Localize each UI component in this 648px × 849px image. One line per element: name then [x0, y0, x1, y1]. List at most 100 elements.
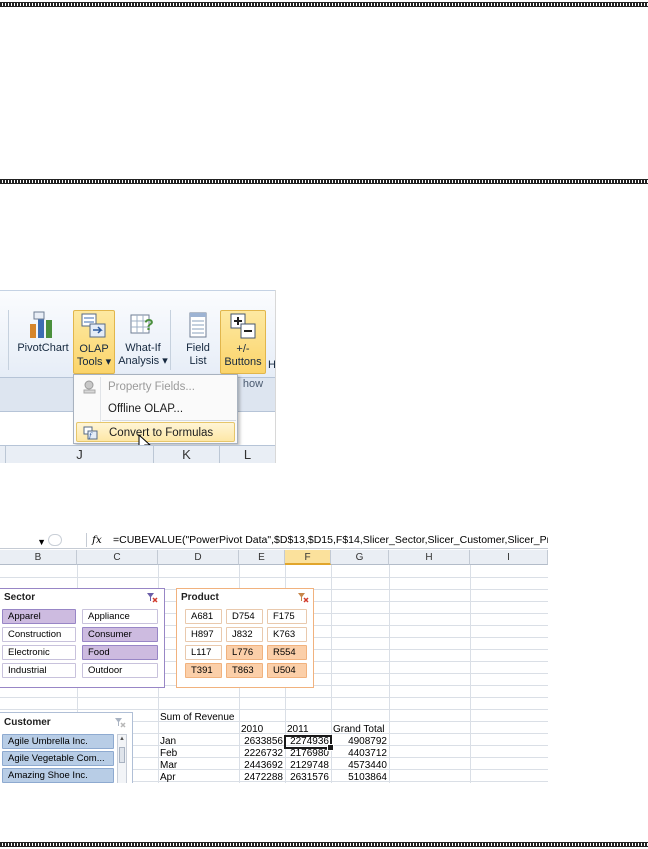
active-cell-selection[interactable] — [284, 735, 334, 751]
customer-item-0[interactable]: Agile Umbrella Inc. — [2, 734, 114, 749]
product-item-label: L776 — [232, 647, 254, 658]
pivot-cell[interactable]: 4908792 — [331, 736, 387, 748]
sector-item-label: Appliance — [88, 611, 130, 622]
pivot-row-label: Mar — [160, 760, 178, 771]
cut-off-label: H — [268, 359, 276, 371]
pivot-cell[interactable]: 2129748 — [285, 760, 329, 772]
sector-item-label: Consumer — [88, 629, 132, 640]
formula-input[interactable]: =CUBEVALUE("PowerPivot Data",$D$13,$D15,… — [113, 531, 548, 549]
sector-item-construction[interactable]: Construction — [2, 627, 76, 642]
sector-item-industrial[interactable]: Industrial — [2, 663, 76, 678]
property-fields-label: Property Fields... — [108, 381, 195, 393]
product-item-t391[interactable]: T391 — [185, 663, 222, 678]
pivot-col-header-grand-total: Grand Total — [333, 724, 385, 735]
product-item-label: K763 — [273, 629, 296, 640]
product-item-label: U504 — [273, 665, 296, 676]
product-item-u504[interactable]: U504 — [267, 663, 307, 678]
scroll-thumb[interactable] — [119, 747, 125, 763]
field-list-button[interactable]: Field List — [178, 310, 218, 374]
scroll-up-icon[interactable]: ▲ — [119, 736, 125, 742]
sector-item-outdoor[interactable]: Outdoor — [82, 663, 158, 678]
product-item-d754[interactable]: D754 — [226, 609, 263, 624]
pivot-cell[interactable]: 4403712 — [331, 748, 387, 760]
sector-item-label: Construction — [8, 629, 62, 640]
product-item-l117[interactable]: L117 — [185, 645, 222, 660]
sector-item-label: Electronic — [8, 647, 50, 658]
plus-minus-buttons-button[interactable]: +/- Buttons — [220, 310, 266, 374]
customer-slicer: Customer Agile Umbrella Inc. Agile Veget… — [0, 712, 133, 783]
cancel-entry-icon[interactable] — [48, 534, 62, 546]
sector-item-electronic[interactable]: Electronic — [2, 645, 76, 660]
ribbon-screenshot: PivotChart OLAP Tools ▾ ? What-If Analys… — [0, 290, 276, 463]
product-item-label: R554 — [273, 647, 296, 658]
pivot-row-label: Feb — [160, 748, 178, 759]
column-header-j[interactable]: J — [6, 445, 154, 463]
offline-olap-label: Offline OLAP... — [108, 403, 184, 415]
sector-item-appliance[interactable]: Appliance — [82, 609, 158, 624]
name-box-dropdown-icon[interactable]: ▼ — [0, 533, 46, 547]
product-item-h897[interactable]: H897 — [185, 627, 222, 642]
column-header-d[interactable]: D — [158, 550, 239, 565]
pivotchart-label: PivotChart — [17, 342, 69, 354]
field-list-label-1: Field — [186, 342, 210, 354]
column-header-e[interactable]: E — [239, 550, 285, 565]
product-item-label: T863 — [232, 665, 254, 676]
product-item-r554[interactable]: R554 — [267, 645, 307, 660]
pivot-cell[interactable]: 2633856 — [239, 736, 283, 748]
menu-item-offline-olap[interactable]: Offline OLAP... — [76, 399, 235, 419]
clear-filter-icon[interactable] — [297, 592, 309, 603]
olap-tools-button[interactable]: OLAP Tools ▾ — [73, 310, 115, 374]
column-header-g[interactable]: G — [331, 550, 389, 565]
product-item-f175[interactable]: F175 — [267, 609, 307, 624]
what-if-label-1: What-If — [125, 342, 161, 354]
product-item-label: T391 — [191, 665, 213, 676]
column-header-l[interactable]: L — [220, 445, 275, 463]
product-item-label: L117 — [191, 647, 212, 658]
pivot-cell[interactable]: 5103864 — [331, 772, 387, 783]
pivot-cell[interactable]: 2631576 — [285, 772, 329, 783]
customer-item-1[interactable]: Agile Vegetable Com... — [2, 751, 114, 766]
customer-scrollbar[interactable]: ▲ — [117, 734, 127, 783]
column-header-k[interactable]: K — [154, 445, 220, 463]
column-header-h[interactable]: H — [389, 550, 470, 565]
spreadsheet-screenshot: ▼ fx =CUBEVALUE("PowerPivot Data",$D$13,… — [0, 531, 548, 783]
customer-item-2[interactable]: Amazing Shoe Inc. — [2, 768, 114, 783]
product-item-a681[interactable]: A681 — [185, 609, 222, 624]
product-item-t863[interactable]: T863 — [226, 663, 263, 678]
sector-item-food[interactable]: Food — [82, 645, 158, 660]
sector-item-apparel[interactable]: Apparel — [2, 609, 76, 624]
menu-item-property-fields[interactable]: Property Fields... — [76, 377, 235, 397]
show-group-label: how — [242, 378, 264, 390]
menu-item-convert-to-formulas[interactable]: f Convert to Formulas — [76, 422, 235, 442]
column-header-c[interactable]: C — [77, 550, 158, 565]
column-header-f[interactable]: F — [285, 550, 331, 565]
pivot-cell[interactable]: 2226732 — [239, 748, 283, 760]
clear-filter-icon[interactable] — [114, 717, 126, 728]
clear-filter-icon[interactable] — [146, 592, 158, 603]
plus-minus-label-1: +/- — [236, 343, 250, 355]
what-if-analysis-button[interactable]: ? What-If Analysis ▾ — [117, 310, 169, 374]
pivot-row-label: Apr — [160, 772, 176, 783]
pivot-cell[interactable]: 2176980 — [285, 748, 329, 760]
middle-rule — [0, 179, 648, 184]
product-item-l776[interactable]: L776 — [226, 645, 263, 660]
pivot-row-label: Jan — [160, 736, 177, 747]
sector-item-label: Outdoor — [88, 665, 123, 676]
plus-minus-icon — [230, 313, 256, 339]
column-header-i[interactable]: I — [470, 550, 548, 565]
insert-function-icon[interactable]: fx — [92, 531, 102, 549]
olap-tools-icon — [81, 313, 106, 338]
field-list-label-2: List — [189, 355, 207, 367]
pivot-cell[interactable]: 2443692 — [239, 760, 283, 772]
svg-text:?: ? — [144, 317, 154, 334]
pivot-cell[interactable]: 2472288 — [239, 772, 283, 783]
product-item-label: A681 — [191, 611, 214, 622]
pivotchart-button[interactable]: PivotChart — [12, 310, 74, 374]
product-item-j832[interactable]: J832 — [226, 627, 263, 642]
customer-item-label: Amazing Shoe Inc. — [8, 770, 88, 781]
pivot-cell[interactable]: 4573440 — [331, 760, 387, 772]
product-item-k763[interactable]: K763 — [267, 627, 307, 642]
customer-item-label: Agile Umbrella Inc. — [8, 736, 88, 747]
sector-item-consumer[interactable]: Consumer — [82, 627, 158, 642]
column-header-b[interactable]: B — [0, 550, 77, 565]
